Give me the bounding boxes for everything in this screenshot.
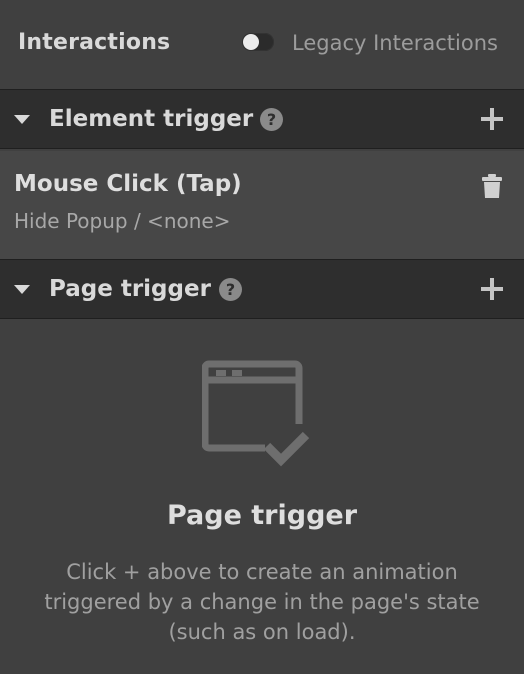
toggle-knob [243, 34, 259, 50]
add-element-trigger-plus-icon[interactable] [480, 107, 504, 131]
trigger-list-item[interactable]: Mouse Click (Tap) Hide Popup / <none> [0, 151, 524, 259]
element-trigger-title: Element trigger [49, 106, 254, 132]
panel-header: Interactions Legacy Interactions [0, 0, 524, 88]
collapse-caret-icon[interactable] [14, 285, 30, 294]
empty-state-title: Page trigger [166, 500, 358, 531]
trigger-title: Mouse Click (Tap) [14, 171, 242, 197]
question-circle-icon[interactable]: ? [219, 278, 242, 301]
element-trigger-header[interactable]: Element trigger ? [0, 89, 524, 149]
legacy-interactions-toggle[interactable] [242, 33, 274, 51]
trash-icon[interactable] [482, 174, 502, 198]
trigger-action-summary: Hide Popup / <none> [14, 209, 231, 233]
legacy-interactions-label[interactable]: Legacy Interactions [292, 31, 498, 55]
interactions-panel: Interactions Legacy Interactions Element… [0, 0, 524, 674]
browser-window-check-icon [202, 360, 310, 467]
panel-title: Interactions [18, 30, 171, 55]
page-trigger-title: Page trigger [49, 276, 211, 302]
collapse-caret-icon[interactable] [14, 115, 30, 124]
page-trigger-header[interactable]: Page trigger ? [0, 259, 524, 319]
question-circle-icon[interactable]: ? [260, 108, 283, 131]
empty-state-description: Click + above to create an animation tri… [44, 560, 480, 644]
add-page-trigger-plus-icon[interactable] [480, 277, 504, 301]
